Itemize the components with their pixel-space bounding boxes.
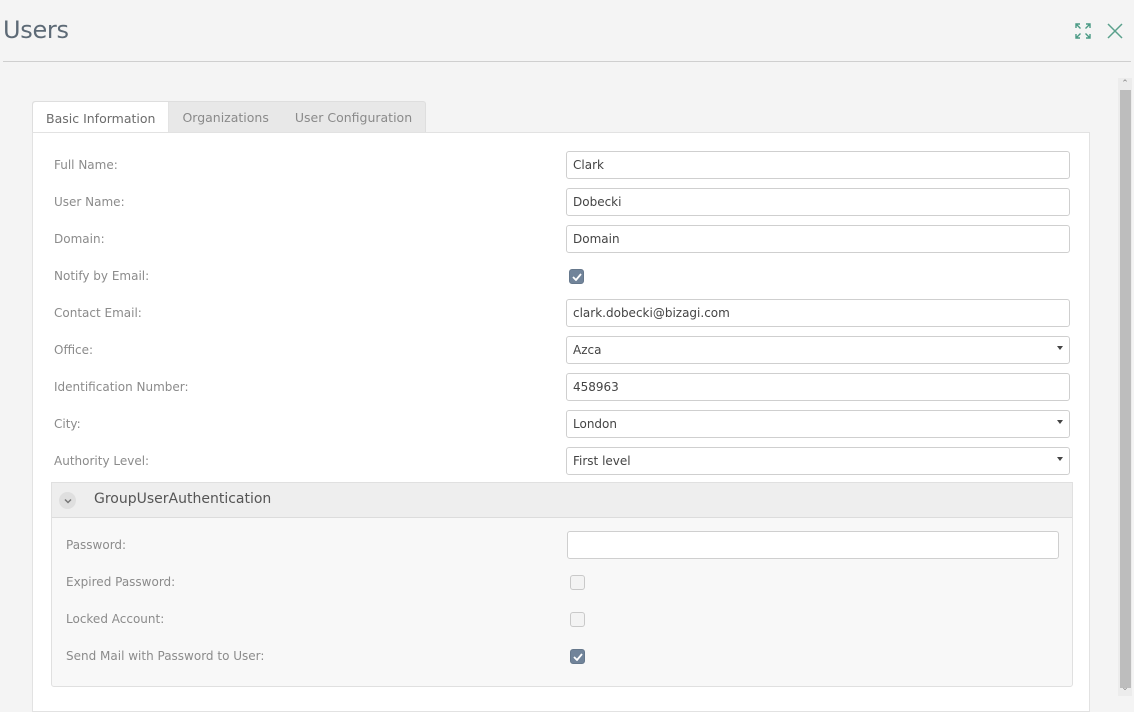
domain-label: Domain:	[54, 232, 105, 246]
city-select[interactable]: London	[566, 410, 1070, 438]
vertical-scrollbar[interactable]: ⌃ ⌄	[1118, 78, 1132, 696]
locked-account-checkbox[interactable]	[570, 612, 585, 627]
notify-by-email-label: Notify by Email:	[54, 269, 150, 283]
chevron-down-icon	[63, 498, 72, 504]
contact-email-row: Contact Email: clark.dobecki@bizagi.com	[33, 299, 1089, 327]
tab-bar: Basic Information Organizations User Con…	[32, 101, 427, 134]
dropdown-caret-icon	[1057, 457, 1063, 461]
identification-number-row: Identification Number: 458963	[33, 373, 1089, 401]
city-value: London	[573, 417, 617, 431]
maximize-button[interactable]	[1072, 20, 1094, 42]
scroll-down-icon[interactable]: ⌄	[1118, 682, 1132, 694]
scroll-thumb[interactable]	[1120, 90, 1131, 688]
office-select[interactable]: Azca	[566, 336, 1070, 364]
collapse-toggle[interactable]	[59, 492, 76, 509]
expired-password-label: Expired Password:	[66, 575, 176, 589]
group-header[interactable]: GroupUserAuthentication	[52, 483, 1072, 518]
tab-user-configuration[interactable]: User Configuration	[282, 102, 425, 133]
header-divider	[3, 61, 1131, 62]
user-name-label: User Name:	[54, 195, 125, 209]
scroll-up-icon[interactable]: ⌃	[1118, 78, 1132, 90]
checkmark-icon	[572, 652, 583, 661]
send-mail-row: Send Mail with Password to User:	[52, 642, 1072, 670]
send-mail-checkbox[interactable]	[570, 649, 585, 664]
tab-basic-information[interactable]: Basic Information	[33, 102, 170, 134]
notify-by-email-checkbox[interactable]	[569, 269, 584, 284]
notify-by-email-row: Notify by Email:	[33, 262, 1089, 290]
full-name-row: Full Name: Clark	[33, 151, 1089, 179]
close-button[interactable]	[1104, 20, 1126, 42]
authority-level-select[interactable]: First level	[566, 447, 1070, 475]
page-title: Users	[3, 16, 69, 44]
expired-password-row: Expired Password:	[52, 568, 1072, 596]
password-label: Password:	[66, 538, 127, 552]
city-row: City: London	[33, 410, 1089, 438]
tab-organizations[interactable]: Organizations	[169, 102, 281, 133]
domain-row: Domain: Domain	[33, 225, 1089, 253]
group-user-authentication: GroupUserAuthentication Password: Expire…	[51, 482, 1073, 687]
dropdown-caret-icon	[1057, 420, 1063, 424]
user-name-input[interactable]: Dobecki	[566, 188, 1070, 216]
authority-level-value: First level	[573, 454, 631, 468]
identification-number-label: Identification Number:	[54, 380, 189, 394]
password-row: Password:	[52, 531, 1072, 559]
locked-account-row: Locked Account:	[52, 605, 1072, 633]
office-value: Azca	[573, 343, 602, 357]
send-mail-label: Send Mail with Password to User:	[66, 649, 265, 663]
full-name-label: Full Name:	[54, 158, 118, 172]
authority-level-row: Authority Level: First level	[33, 447, 1089, 475]
checkmark-icon	[571, 272, 582, 281]
password-input[interactable]	[567, 531, 1059, 559]
full-name-input[interactable]: Clark	[566, 151, 1070, 179]
basic-information-panel: Full Name: Clark User Name: Dobecki Doma…	[32, 132, 1090, 712]
expired-password-checkbox[interactable]	[570, 575, 585, 590]
office-row: Office: Azca	[33, 336, 1089, 364]
office-label: Office:	[54, 343, 94, 357]
contact-email-input[interactable]: clark.dobecki@bizagi.com	[566, 299, 1070, 327]
identification-number-input[interactable]: 458963	[566, 373, 1070, 401]
expand-arrows-icon	[1075, 23, 1091, 39]
close-x-icon	[1107, 23, 1123, 39]
domain-input[interactable]: Domain	[566, 225, 1070, 253]
locked-account-label: Locked Account:	[66, 612, 165, 626]
dropdown-caret-icon	[1057, 346, 1063, 350]
group-title: GroupUserAuthentication	[94, 491, 272, 507]
city-label: City:	[54, 417, 81, 431]
contact-email-label: Contact Email:	[54, 306, 142, 320]
authority-level-label: Authority Level:	[54, 454, 150, 468]
user-name-row: User Name: Dobecki	[33, 188, 1089, 216]
